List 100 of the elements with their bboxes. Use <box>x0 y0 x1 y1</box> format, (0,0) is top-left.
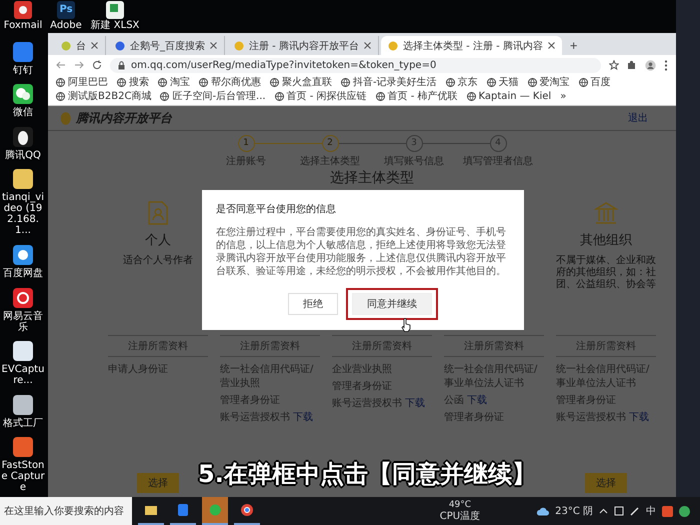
desktop-icon-label[interactable]: 微信 <box>13 107 33 118</box>
photo-editor-icon[interactable] <box>56 0 76 20</box>
browser-tab[interactable]: 选择主体类型 - 注册 - 腾讯内容 <box>380 36 562 55</box>
globe-icon <box>341 78 350 87</box>
bookmark-link[interactable]: 搜索 <box>117 76 149 89</box>
bookmark-link[interactable]: 京东 <box>446 76 478 89</box>
lock-icon <box>118 60 125 70</box>
address-bar[interactable]: om.qq.com/userReg/mediaType?invitetoken=&token_type=0 <box>110 58 601 72</box>
step-label: 填写管理者信息 <box>463 154 533 168</box>
bookmark-link[interactable]: 阿里巴巴 <box>56 76 108 89</box>
bookmark-link[interactable]: 匠子空间-后台管理... <box>160 90 266 103</box>
chevron-up-icon[interactable] <box>599 508 608 514</box>
weather-text[interactable]: 23°C 阴 <box>555 504 593 518</box>
new-tab-button[interactable]: + <box>564 36 584 55</box>
desktop-icon-label[interactable]: 网易云音乐 <box>0 310 46 332</box>
folder-icon <box>144 503 158 517</box>
requirement-item: 管理者身份证 <box>332 381 392 392</box>
site-favicon-icon <box>115 40 125 50</box>
globe-icon <box>270 78 279 87</box>
bookmark-link[interactable]: 百度 <box>578 76 611 89</box>
desktop-icon-label[interactable]: FastStone Capture <box>0 460 46 494</box>
app-icon[interactable] <box>12 40 34 63</box>
menu-dots-icon[interactable] <box>664 60 668 70</box>
bookmark-link[interactable]: 帮尔商优惠 <box>199 76 261 89</box>
desktop-icon-label[interactable]: 钉钉 <box>13 64 33 76</box>
bookmark-link[interactable]: 爱淘宝 <box>528 76 570 89</box>
step-number: 1 <box>238 135 254 152</box>
requirement-item: 申请人身份证 <box>108 364 168 375</box>
card-description: 不属于媒体、企业和政府的其他组织，如：社团、公益组织、协会等 <box>556 255 656 291</box>
card-title: 其他组织 <box>580 232 632 249</box>
bookmark-link[interactable]: 测试版B2B2C商城 <box>56 90 152 103</box>
globe-icon <box>274 92 284 101</box>
site-favicon-icon <box>61 40 71 50</box>
requirements-heading: 注册所需资料 <box>444 335 544 357</box>
globe-icon <box>56 78 65 87</box>
site-favicon-icon <box>388 40 398 50</box>
bookmark-link[interactable]: Kaptain — Kiel <box>466 90 552 103</box>
desktop-icon-label[interactable]: 格式工厂 <box>3 418 43 429</box>
requirement-item: 管理者身份证 <box>444 412 504 423</box>
requirements-heading: 注册所需资料 <box>108 335 208 357</box>
requirement-item: 账号运营授权书 <box>556 412 626 423</box>
requirement-item: 统一社会信用代码证/事业单位法人证书 <box>556 364 650 389</box>
profile-icon[interactable] <box>645 60 656 70</box>
bookmark-link[interactable]: 抖音-记录美好生活 <box>341 76 437 89</box>
agree-button[interactable]: 同意并继续 <box>352 293 432 315</box>
bookmark-link[interactable]: 聚火盒直联 <box>270 76 332 89</box>
reload-icon[interactable] <box>92 60 102 70</box>
close-icon[interactable] <box>364 42 371 49</box>
bookmark-link[interactable]: 首页 - 柿产优联 <box>376 90 458 103</box>
requirements-heading: 注册所需资料 <box>332 335 432 357</box>
desktop-icon-label[interactable]: tianqi_video (192.168.1... <box>0 192 46 236</box>
close-icon[interactable] <box>91 42 98 49</box>
globe-icon <box>528 78 537 87</box>
cpu-temperature: 49°C <box>448 500 472 510</box>
page-heading: 选择主体类型 <box>329 169 415 187</box>
cpu-temperature-label: CPU温度 <box>440 511 480 522</box>
bookmark-link[interactable]: 天猫 <box>486 76 519 89</box>
globe-icon <box>199 78 208 87</box>
requirements-heading: 注册所需资料 <box>220 335 320 357</box>
close-icon[interactable] <box>548 42 555 49</box>
forward-arrow-icon[interactable] <box>74 60 84 70</box>
requirement-item: 统一社会信用代码证/营业执照 <box>220 364 314 389</box>
globe-icon <box>578 78 588 87</box>
step-label: 填写账号信息 <box>384 154 444 168</box>
requirement-item: 统一社会信用代码证/事业单位法人证书 <box>444 364 538 389</box>
site-favicon-icon <box>234 40 244 50</box>
desktop-icon-label[interactable]: Foxmail <box>4 20 42 31</box>
close-icon[interactable] <box>210 42 217 49</box>
building-icon <box>594 201 618 225</box>
step-number: 2 <box>322 135 338 152</box>
desktop-icon-label[interactable]: Adobe <box>50 20 82 31</box>
step-label: 选择主体类型 <box>300 154 360 168</box>
bookmark-link[interactable]: 首页 - 闲探供应链 <box>274 90 367 103</box>
step-label: 注册账号 <box>226 154 266 168</box>
decline-button[interactable]: 拒绝 <box>288 293 338 315</box>
globe-icon <box>376 92 385 101</box>
app-logo-letters: Ps <box>59 4 73 16</box>
star-icon[interactable] <box>609 60 619 70</box>
desktop-icon-label[interactable]: 百度网盘 <box>3 268 43 279</box>
requirement-item: 账号运营授权书 <box>220 412 290 423</box>
tray-app-icon[interactable] <box>679 506 690 516</box>
globe-icon <box>56 92 65 101</box>
browser-icon <box>240 503 254 517</box>
dialog-message: 在您注册过程中，平台需要使用您的真实姓名、身份证号、手机号的信息，以上信息为个人敏感信息，拒绝上述使用将导致您无法登录腾讯内容开放平台使用功能服务，上述信息仅供腾讯内容开放平台联系、验证等用途，未经您的明示授权，不会被用作其他目的。 <box>216 226 507 278</box>
desktop-icon-label[interactable]: 新建 XLSX <box>90 20 140 31</box>
id-document-icon <box>147 201 169 225</box>
app-icon[interactable] <box>12 394 34 416</box>
requirement-item: 企业营业执照 <box>332 364 392 375</box>
tray-app-icon[interactable] <box>614 506 624 516</box>
desktop-icon-label[interactable]: EVCapture... <box>0 364 46 386</box>
cloud-icon <box>536 506 550 516</box>
input-method-indicator[interactable]: 中 <box>646 504 656 518</box>
bookmark-link[interactable]: 淘宝 <box>158 76 190 89</box>
desktop-icon-label[interactable]: 腾讯QQ <box>5 150 41 161</box>
folder-icon[interactable] <box>12 168 34 190</box>
back-arrow-icon[interactable] <box>56 60 66 70</box>
globe-icon <box>160 92 170 101</box>
taskbar-search-field[interactable]: 在这里输入你要搜索的内容 <box>0 497 132 525</box>
more-bookmarks-button[interactable]: » <box>560 90 566 103</box>
globe-icon <box>158 78 167 87</box>
